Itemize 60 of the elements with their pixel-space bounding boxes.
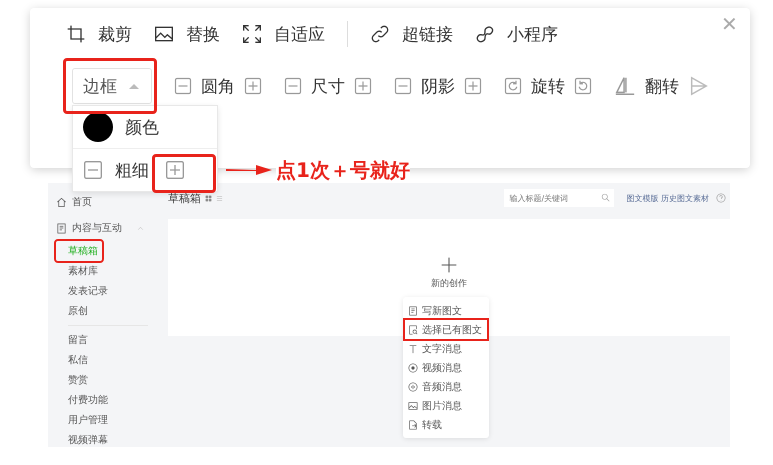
list-view-icon — [216, 194, 223, 202]
toolbar-link[interactable]: 超链接 — [370, 22, 453, 46]
adjust-label: 旋转 — [531, 76, 565, 98]
sidebar-item[interactable]: 赞赏 — [56, 370, 92, 390]
sidebar-item[interactable]: 原创 — [56, 301, 92, 321]
menu-item[interactable]: 文字消息 — [405, 339, 487, 358]
sidebar-item[interactable]: 私信 — [56, 350, 92, 370]
picture-icon — [408, 400, 418, 410]
home-icon — [56, 196, 67, 208]
highlight-frame — [152, 154, 216, 193]
annotation-text: 点1次＋号就好 — [276, 157, 410, 183]
color-swatch[interactable] — [83, 112, 113, 142]
loop-icon — [475, 24, 495, 44]
text-icon — [408, 344, 418, 354]
menu-item[interactable]: 选择已有图文 — [405, 320, 487, 339]
menu-item[interactable]: 图片消息 — [405, 396, 487, 415]
help-icon — [716, 193, 726, 203]
arrow — [226, 163, 272, 177]
link-icon — [370, 24, 390, 44]
sidebar-item[interactable]: 内容与互动 — [56, 215, 158, 241]
thickness-label: 粗细 — [115, 160, 149, 182]
sidebar-item[interactable]: 付费功能 — [56, 390, 112, 410]
sidebar-item[interactable]: 素材库 — [56, 261, 102, 281]
search-field[interactable]: 输入标题/关键词 — [504, 189, 614, 207]
adjust-label: 阴影 — [421, 76, 455, 98]
new-creation-label[interactable]: 新的创作 — [431, 277, 467, 290]
menu-item[interactable]: 转载 — [405, 415, 487, 434]
document-search-icon — [408, 324, 418, 334]
sidebar-item[interactable]: 留言 — [56, 330, 92, 350]
plus-icon[interactable] — [441, 257, 457, 273]
sidebar-item[interactable]: 发表记录 — [56, 281, 112, 301]
sidebar-item[interactable]: 首页 — [56, 189, 158, 215]
chevron-icon — [137, 224, 144, 232]
toolbar-button[interactable]: 裁剪 — [66, 22, 132, 46]
grid-view-icon — [205, 194, 212, 202]
toolbar-link[interactable]: 小程序 — [475, 22, 558, 46]
menu-item[interactable]: 视频消息 — [405, 358, 487, 377]
color-label: 颜色 — [125, 116, 159, 138]
adjust-label: 尺寸 — [311, 76, 345, 98]
sidebar-item[interactable]: 用户管理 — [56, 410, 112, 430]
crop-icon — [66, 24, 86, 44]
adjust-label: 翻转 — [645, 76, 679, 98]
plus-sign — [441, 257, 457, 273]
page-title: 草稿箱 — [168, 190, 201, 206]
menu-item[interactable]: 写新图文 — [405, 301, 487, 320]
document-icon — [408, 306, 418, 316]
circle-dot-icon — [408, 362, 418, 372]
header-link[interactable]: 图文模版 历史图文素材 — [626, 192, 709, 204]
border-dropdown[interactable]: 边框 — [72, 68, 152, 104]
picture-icon — [154, 24, 174, 44]
toolbar-button[interactable]: 替换 — [154, 22, 220, 46]
menu-item[interactable]: 音频消息 — [405, 377, 487, 396]
expand-corners-icon — [242, 24, 262, 44]
adjust-label: 圆角 — [201, 76, 235, 98]
document-icon — [56, 222, 67, 234]
export-icon — [408, 420, 418, 430]
toolbar-button[interactable]: 自适应 — [242, 22, 325, 46]
sidebar-item[interactable]: 视频弹幕 — [56, 430, 112, 447]
audio-icon — [408, 382, 418, 392]
search-icon — [601, 193, 610, 202]
